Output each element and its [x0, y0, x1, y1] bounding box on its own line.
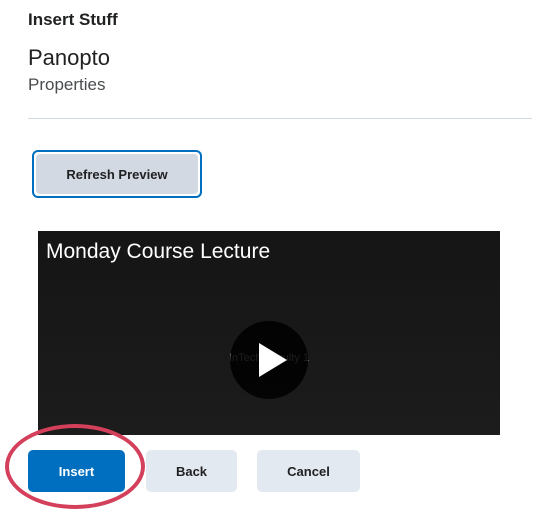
properties-subtitle: Properties [28, 75, 106, 94]
insert-button[interactable]: Insert [28, 450, 125, 492]
cancel-button[interactable]: Cancel [257, 450, 360, 492]
play-button[interactable] [230, 321, 308, 399]
back-button[interactable]: Back [146, 450, 237, 492]
dialog-title: Insert Stuff [28, 10, 118, 29]
video-preview[interactable]: Monday Course Lecture InTech Faculty 1 [38, 231, 500, 435]
play-icon [259, 343, 287, 377]
refresh-preview-label: Refresh Preview [36, 154, 198, 194]
app-name: Panopto [28, 45, 110, 70]
header-divider [28, 118, 532, 119]
video-title: Monday Course Lecture [46, 240, 271, 263]
refresh-preview-button[interactable]: Refresh Preview [32, 150, 202, 198]
